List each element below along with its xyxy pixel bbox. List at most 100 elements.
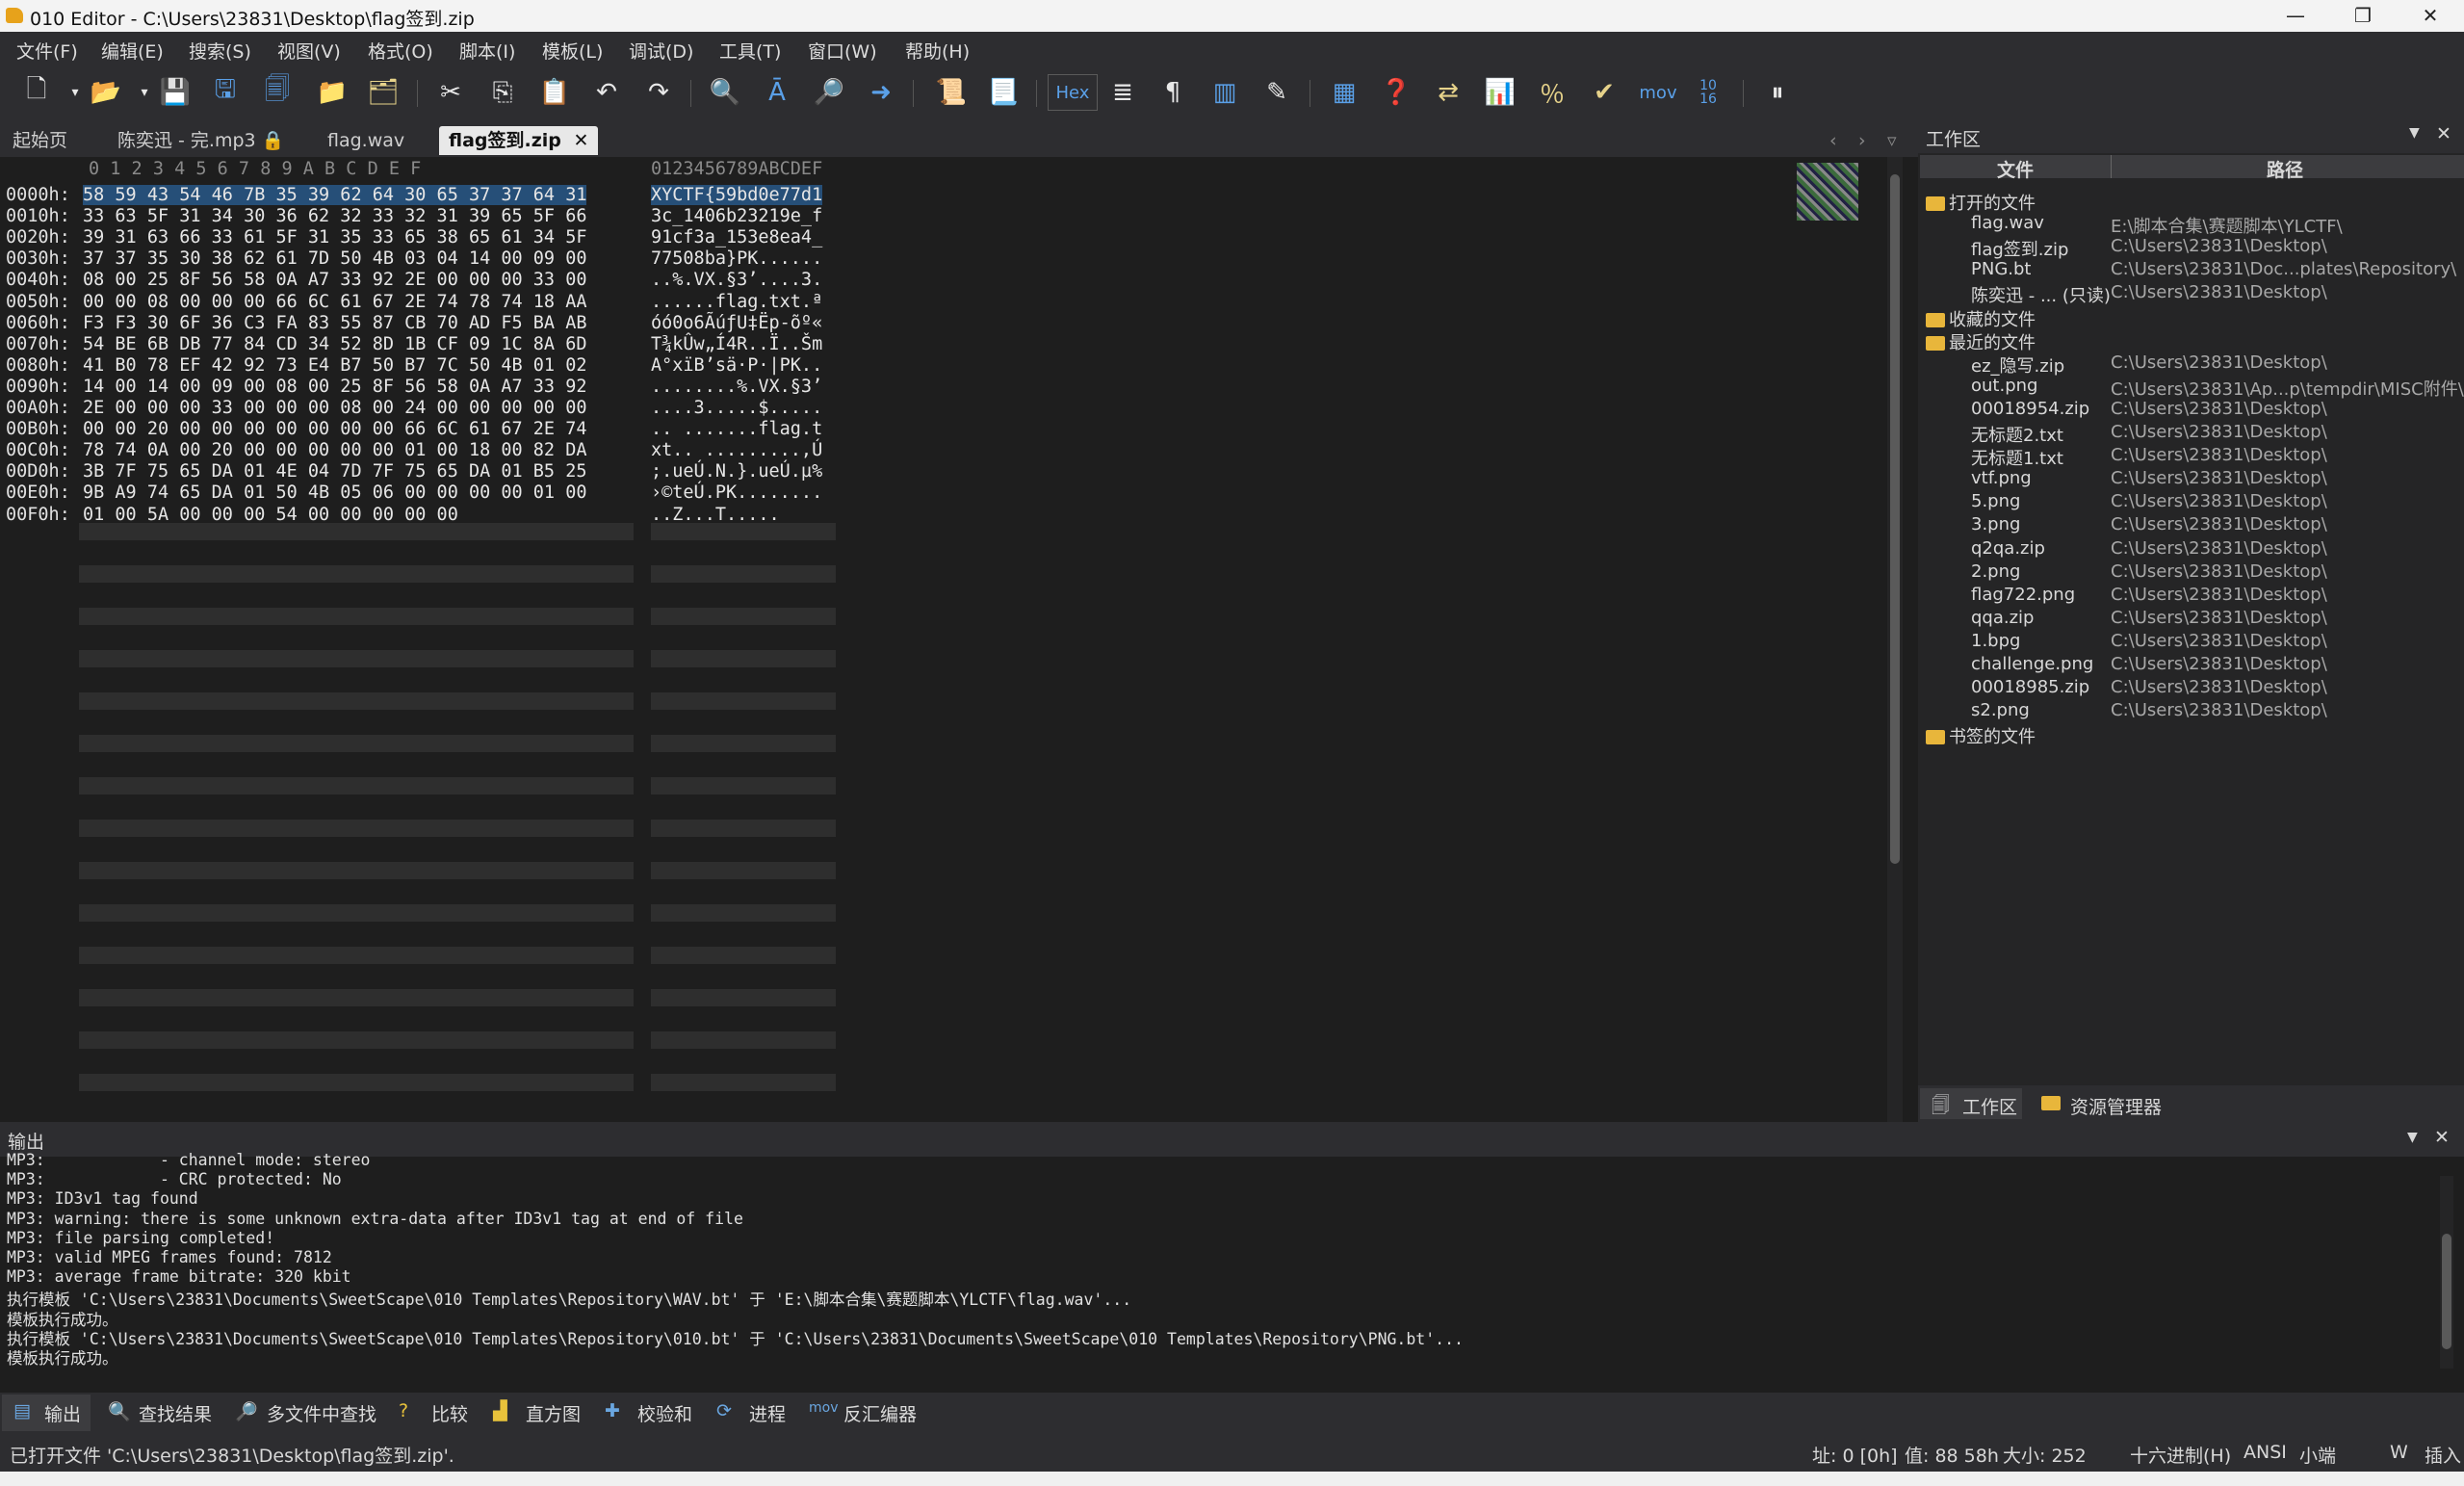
ascii-text[interactable]: ›©teÚ.PK........ (651, 482, 822, 503)
ascii-text[interactable]: 77508ba}PK...... (651, 248, 822, 269)
tab-flag-zip[interactable]: flag签到.zip ✕ (439, 126, 599, 155)
file-item[interactable]: 00018985.zip C:\Users\23831\Desktop\ (1918, 677, 2462, 700)
histogram-icon[interactable]: 📊 (1481, 73, 1519, 112)
new-file-icon[interactable]: 🗋 (17, 73, 56, 112)
copy-icon[interactable]: ⎘ (483, 73, 522, 112)
menu-edit[interactable]: 编辑(E) (101, 38, 164, 64)
ascii-text[interactable]: ....3.....$..... (651, 398, 822, 418)
menu-tools[interactable]: 工具(T) (719, 38, 781, 64)
inspector-icon[interactable]: ❓ (1377, 73, 1415, 112)
ascii-text[interactable]: ........%.VX.§3’ (651, 377, 822, 397)
bookmarks-folder[interactable]: 书签的文件 (1926, 723, 2036, 747)
panel-menu-icon[interactable]: ▼ (2409, 125, 2420, 141)
output-menu-icon[interactable]: ▼ (2407, 1130, 2418, 1145)
status-encoding[interactable]: ANSI (2244, 1442, 2287, 1463)
goto-arrow-icon[interactable]: ➜ (862, 73, 900, 112)
file-item[interactable]: s2.png C:\Users\23831\Desktop\ (1918, 700, 2462, 723)
menu-view[interactable]: 视图(V) (277, 38, 341, 64)
tab-disassembler[interactable]: 反汇编器 (843, 1400, 917, 1426)
menu-template[interactable]: 模板(L) (542, 38, 603, 64)
hex-bytes[interactable]: 2E 00 00 00 33 00 00 00 08 00 24 00 00 0… (83, 398, 586, 418)
ascii-text[interactable]: 3c_1406b23219e_f (651, 206, 822, 226)
highlight-icon[interactable]: ✎ (1258, 73, 1296, 112)
maximize-button[interactable]: ❐ (2329, 0, 2397, 32)
ascii-text[interactable]: .. .......flag.t (651, 419, 822, 439)
close-output-icon[interactable]: ✕ (2434, 1127, 2450, 1148)
ascii-text[interactable]: XYCTF{59bd0e77d1 (651, 185, 823, 205)
tab-histogram[interactable]: 直方图 (526, 1400, 581, 1426)
file-item[interactable]: flag.wav E:\脚本合集\赛题脚本\YLCTF\ (1918, 213, 2462, 237)
hex-bytes[interactable]: 41 B0 78 EF 42 92 73 E4 B7 50 B7 7C 50 4… (83, 355, 586, 376)
ascii-text[interactable]: ..%.VX.§3’....3. (651, 270, 822, 290)
output-log[interactable]: MP3: - channel mode: stereo MP3: - CRC pr… (0, 1151, 2464, 1393)
status-mode[interactable]: 十六进制(H) (2130, 1442, 2231, 1468)
save-as-icon[interactable]: 🖫 (206, 73, 245, 112)
ascii-text[interactable]: 91cf3a_153e8ea4_ (651, 227, 822, 248)
tab-find-in-files[interactable]: 多文件中查找 (267, 1400, 376, 1426)
workspace-folder-icon[interactable]: 🗂 (364, 73, 402, 112)
file-item[interactable]: flag722.png C:\Users\23831\Desktop\ (1918, 585, 2462, 608)
hex-editor[interactable]: 0 1 2 3 4 5 6 7 8 9 A B C D E F 01234567… (0, 157, 1887, 1122)
minimize-button[interactable]: — (2262, 0, 2329, 32)
hex-bytes[interactable]: 00 00 08 00 00 00 66 6C 61 67 2E 74 78 7… (83, 292, 586, 312)
pilcrow-icon[interactable]: ¶ (1154, 73, 1192, 112)
disassembler-button[interactable]: mov (1637, 73, 1679, 112)
paste-icon[interactable]: 📋 (535, 73, 574, 112)
status-insert[interactable]: 插入 (2425, 1442, 2461, 1468)
open-folder2-icon[interactable]: 📁 (313, 73, 351, 112)
menu-format[interactable]: 格式(O) (368, 38, 433, 64)
menu-help[interactable]: 帮助(H) (905, 38, 970, 64)
file-item[interactable]: 3.png C:\Users\23831\Desktop\ (1918, 514, 2462, 537)
ascii-text[interactable]: ..Z...T..... (651, 505, 780, 525)
menu-search[interactable]: 搜索(S) (189, 38, 251, 64)
hex-scrollbar[interactable] (1887, 157, 1903, 1122)
file-item[interactable]: 5.png C:\Users\23831\Desktop\ (1918, 491, 2462, 514)
hex-bytes[interactable]: 37 37 35 30 38 62 61 7D 50 4B 03 04 14 0… (83, 248, 586, 269)
recent-files-folder[interactable]: 最近的文件 (1926, 329, 2036, 353)
ascii-text[interactable]: A°xïB’sä·P·|PK.. (651, 355, 822, 376)
status-w[interactable]: W (2390, 1442, 2408, 1463)
scroll-thumb[interactable] (1890, 174, 1900, 864)
find-icon[interactable]: 🔍 (706, 73, 744, 112)
pause-icon[interactable]: ⏸ (1758, 73, 1797, 112)
verify-icon[interactable]: ✔ (1585, 73, 1623, 112)
tab-explorer[interactable]: 资源管理器 (2041, 1088, 2205, 1119)
base-converter-button[interactable]: 10 16 (1689, 73, 1727, 112)
ascii-text[interactable]: óó0o6ÃúƒU‡Ëp-õº« (651, 313, 822, 333)
menu-script[interactable]: 脚本(I) (459, 38, 515, 64)
file-item[interactable]: q2qa.zip C:\Users\23831\Desktop\ (1918, 538, 2462, 561)
tab-mp3[interactable]: 陈奕迅 - 完.mp3 🔒 (108, 126, 294, 155)
run-template-icon[interactable]: 📃 (984, 73, 1023, 112)
tab-start-page[interactable]: 起始页 (3, 126, 77, 155)
tab-prev-icon[interactable]: ‹ (1820, 126, 1847, 155)
ascii-text[interactable]: xt.. .........‚Ú (651, 440, 822, 460)
hex-bytes[interactable]: 14 00 14 00 09 00 08 00 25 8F 56 58 0A A… (83, 377, 586, 397)
save-icon[interactable]: 💾 (156, 73, 195, 112)
compare-icon[interactable]: ⇄ (1429, 73, 1467, 112)
file-item[interactable]: 1.bpg C:\Users\23831\Desktop\ (1918, 631, 2462, 654)
file-item[interactable]: 无标题2.txt C:\Users\23831\Desktop\ (1918, 422, 2462, 446)
close-panel-icon[interactable]: ✕ (2436, 123, 2451, 144)
hex-bytes[interactable]: 39 31 63 66 33 61 5F 31 35 33 65 38 65 6… (83, 227, 586, 248)
col-path-header[interactable]: 路径 (2267, 156, 2303, 182)
tab-next-icon[interactable]: › (1849, 126, 1876, 155)
hex-bytes[interactable]: 01 00 5A 00 00 00 54 00 00 00 00 00 (83, 505, 458, 525)
tab-flag-wav[interactable]: flag.wav (318, 126, 414, 155)
save-all-icon[interactable]: 🗐 (258, 73, 297, 112)
col-file-header[interactable]: 文件 (1997, 156, 2034, 182)
menu-file[interactable]: 文件(F) (16, 38, 78, 64)
file-item[interactable]: 无标题1.txt C:\Users\23831\Desktop\ (1918, 445, 2462, 469)
columns-icon[interactable]: ▥ (1206, 73, 1244, 112)
status-endian[interactable]: 小端 (2299, 1442, 2336, 1468)
status-address[interactable]: 址: 0 [0h] (1812, 1442, 1898, 1468)
favorites-folder[interactable]: 收藏的文件 (1926, 306, 2036, 330)
close-window-button[interactable]: ✕ (2397, 0, 2464, 32)
close-tab-icon[interactable]: ✕ (574, 130, 589, 151)
tab-workspace[interactable]: 🗐 工作区 (1920, 1088, 2022, 1119)
file-item[interactable]: flag签到.zip C:\Users\23831\Desktop\ (1918, 236, 2462, 260)
output-scrollbar[interactable] (2440, 1176, 2453, 1369)
output-scroll-thumb[interactable] (2442, 1234, 2451, 1349)
file-item[interactable]: qqa.zip C:\Users\23831\Desktop\ (1918, 608, 2462, 631)
ascii-text[interactable]: ;.ueÚ.N.}.ueÚ.µ% (651, 461, 822, 482)
checksum-icon[interactable]: ％ (1533, 73, 1571, 112)
